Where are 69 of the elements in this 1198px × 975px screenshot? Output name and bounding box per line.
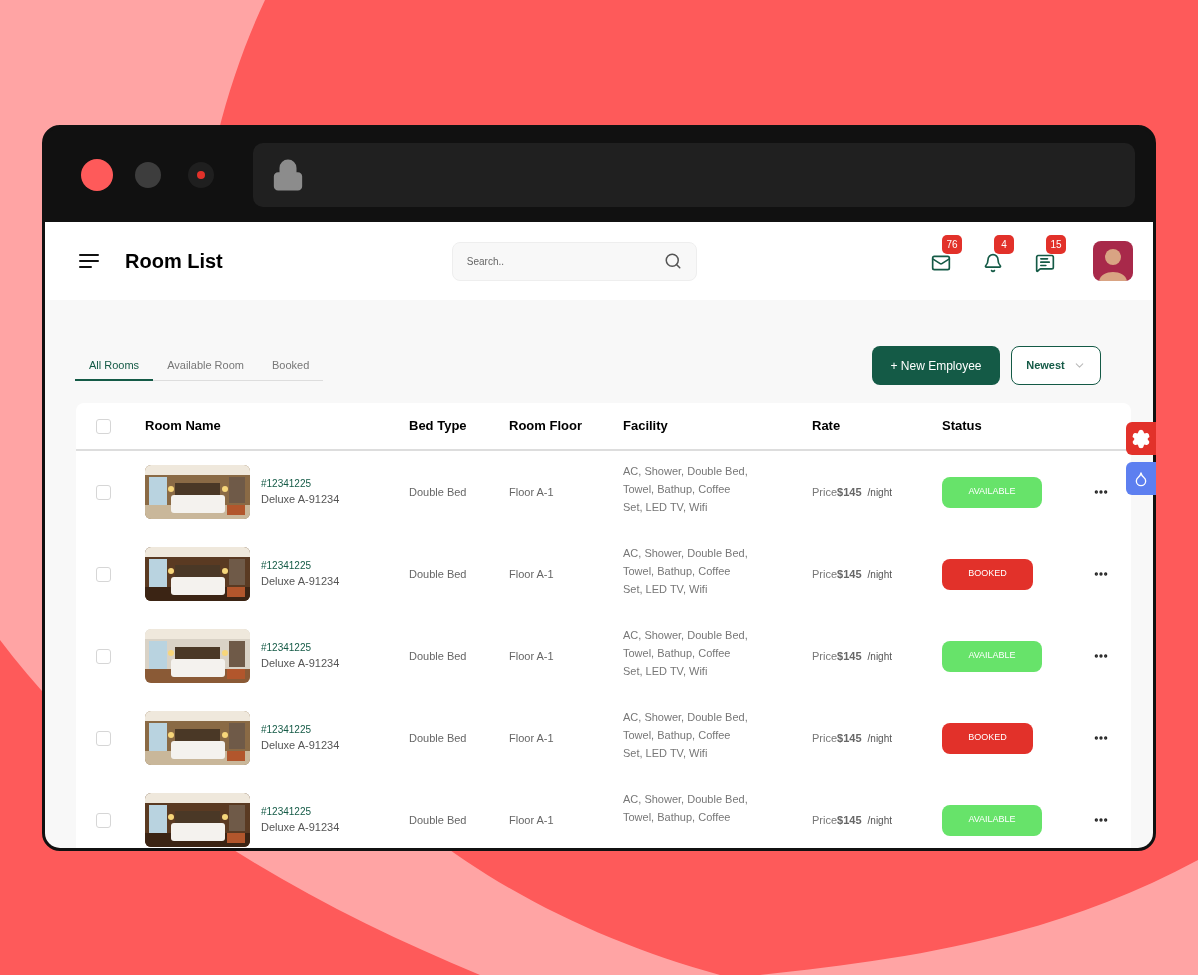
count-badge: 76 <box>942 235 962 254</box>
room-name: Deluxe A-91234 <box>261 492 340 508</box>
table-cell-text: Double Bed <box>409 812 468 828</box>
facility-text: AC, Shower, Double Bed, Towel, Bathup, Coffee <box>623 792 749 825</box>
menu-icon[interactable] <box>79 253 99 269</box>
facility-text: AC, Shower, Double Bed, Towel, Bathup, Coffee Set, LED TV, Wifi <box>623 546 749 597</box>
room-id: #12341225 <box>261 641 313 656</box>
status-badge: BOOKED <box>942 558 1033 590</box>
count-badge: 4 <box>994 235 1014 254</box>
table-cell-text: Floor A-1 <box>509 566 555 582</box>
table-cell-text: Floor A-1 <box>509 730 555 746</box>
room-name: Deluxe A-91234 <box>261 820 340 836</box>
sort-dropdown[interactable]: Newest <box>1011 346 1101 385</box>
chat-icon[interactable] <box>1035 253 1055 273</box>
column-header: Rate <box>812 417 842 436</box>
room-id: #12341225 <box>261 723 313 738</box>
page-title: Room List <box>125 249 223 274</box>
status-badge: BOOKED <box>942 722 1033 754</box>
rate-text: Price$145 /night <box>812 566 893 582</box>
rate-text: Price$145 /night <box>812 812 893 828</box>
table-cell-text: Double Bed <box>409 484 468 500</box>
theme-button[interactable] <box>1126 462 1156 495</box>
tab[interactable]: All Rooms <box>75 354 154 381</box>
mail-icon[interactable] <box>931 253 951 273</box>
facility-text: AC, Shower, Double Bed, Towel, Bathup, Coffee Set, LED TV, Wifi <box>623 464 749 515</box>
room-id: #12341225 <box>261 559 313 574</box>
settings-button[interactable] <box>1126 422 1156 455</box>
facility-text: AC, Shower, Double Bed, Towel, Bathup, Coffee Set, LED TV, Wifi <box>623 628 749 679</box>
table-cell-text: Floor A-1 <box>509 812 555 828</box>
search-icon[interactable] <box>663 252 682 270</box>
room-name: Deluxe A-91234 <box>261 574 340 590</box>
search-field[interactable]: Search.. <box>451 241 697 281</box>
avatar[interactable] <box>1093 241 1133 281</box>
tab[interactable]: Available Room <box>153 354 258 381</box>
status-badge: AVAILABLE <box>942 640 1042 672</box>
settings-icon <box>1131 428 1151 449</box>
column-header: Room Floor <box>509 417 583 436</box>
checkbox[interactable] <box>96 730 111 746</box>
room-id: #12341225 <box>261 477 313 492</box>
search-input[interactable]: Search.. <box>466 253 664 269</box>
checkbox[interactable] <box>96 648 111 664</box>
column-header: Facility <box>623 417 669 436</box>
drop-icon <box>1133 470 1149 487</box>
bell-icon[interactable] <box>983 253 1003 273</box>
rate-text: Price$145 /night <box>812 648 893 664</box>
rate-text: Price$145 /night <box>812 730 893 746</box>
table-cell-text: Floor A-1 <box>509 484 555 500</box>
checkbox[interactable] <box>96 812 111 828</box>
table-cell-text: Floor A-1 <box>509 648 555 664</box>
checkbox[interactable] <box>96 566 111 582</box>
checkbox[interactable] <box>96 484 111 500</box>
column-header: Bed Type <box>409 417 468 436</box>
lock-icon <box>271 158 305 192</box>
room-name: Deluxe A-91234 <box>261 656 340 672</box>
status-badge: AVAILABLE <box>942 476 1042 508</box>
table-cell-text: Double Bed <box>409 730 468 746</box>
column-header: Status <box>942 417 983 436</box>
status-badge: AVAILABLE <box>942 804 1042 836</box>
count-badge: 15 <box>1046 235 1066 254</box>
rate-text: Price$145 /night <box>812 484 893 500</box>
tab[interactable]: Booked <box>257 354 324 381</box>
table-cell-text: Double Bed <box>409 648 468 664</box>
facility-text: AC, Shower, Double Bed, Towel, Bathup, Coffee Set, LED TV, Wifi <box>623 710 749 761</box>
column-header: Room Name <box>145 417 222 436</box>
room-id: #12341225 <box>261 805 313 820</box>
table-cell-text: Double Bed <box>409 566 468 582</box>
checkbox[interactable] <box>96 418 111 434</box>
room-name: Deluxe A-91234 <box>261 738 340 754</box>
new-employee-button[interactable]: + New Employee <box>872 346 1000 385</box>
